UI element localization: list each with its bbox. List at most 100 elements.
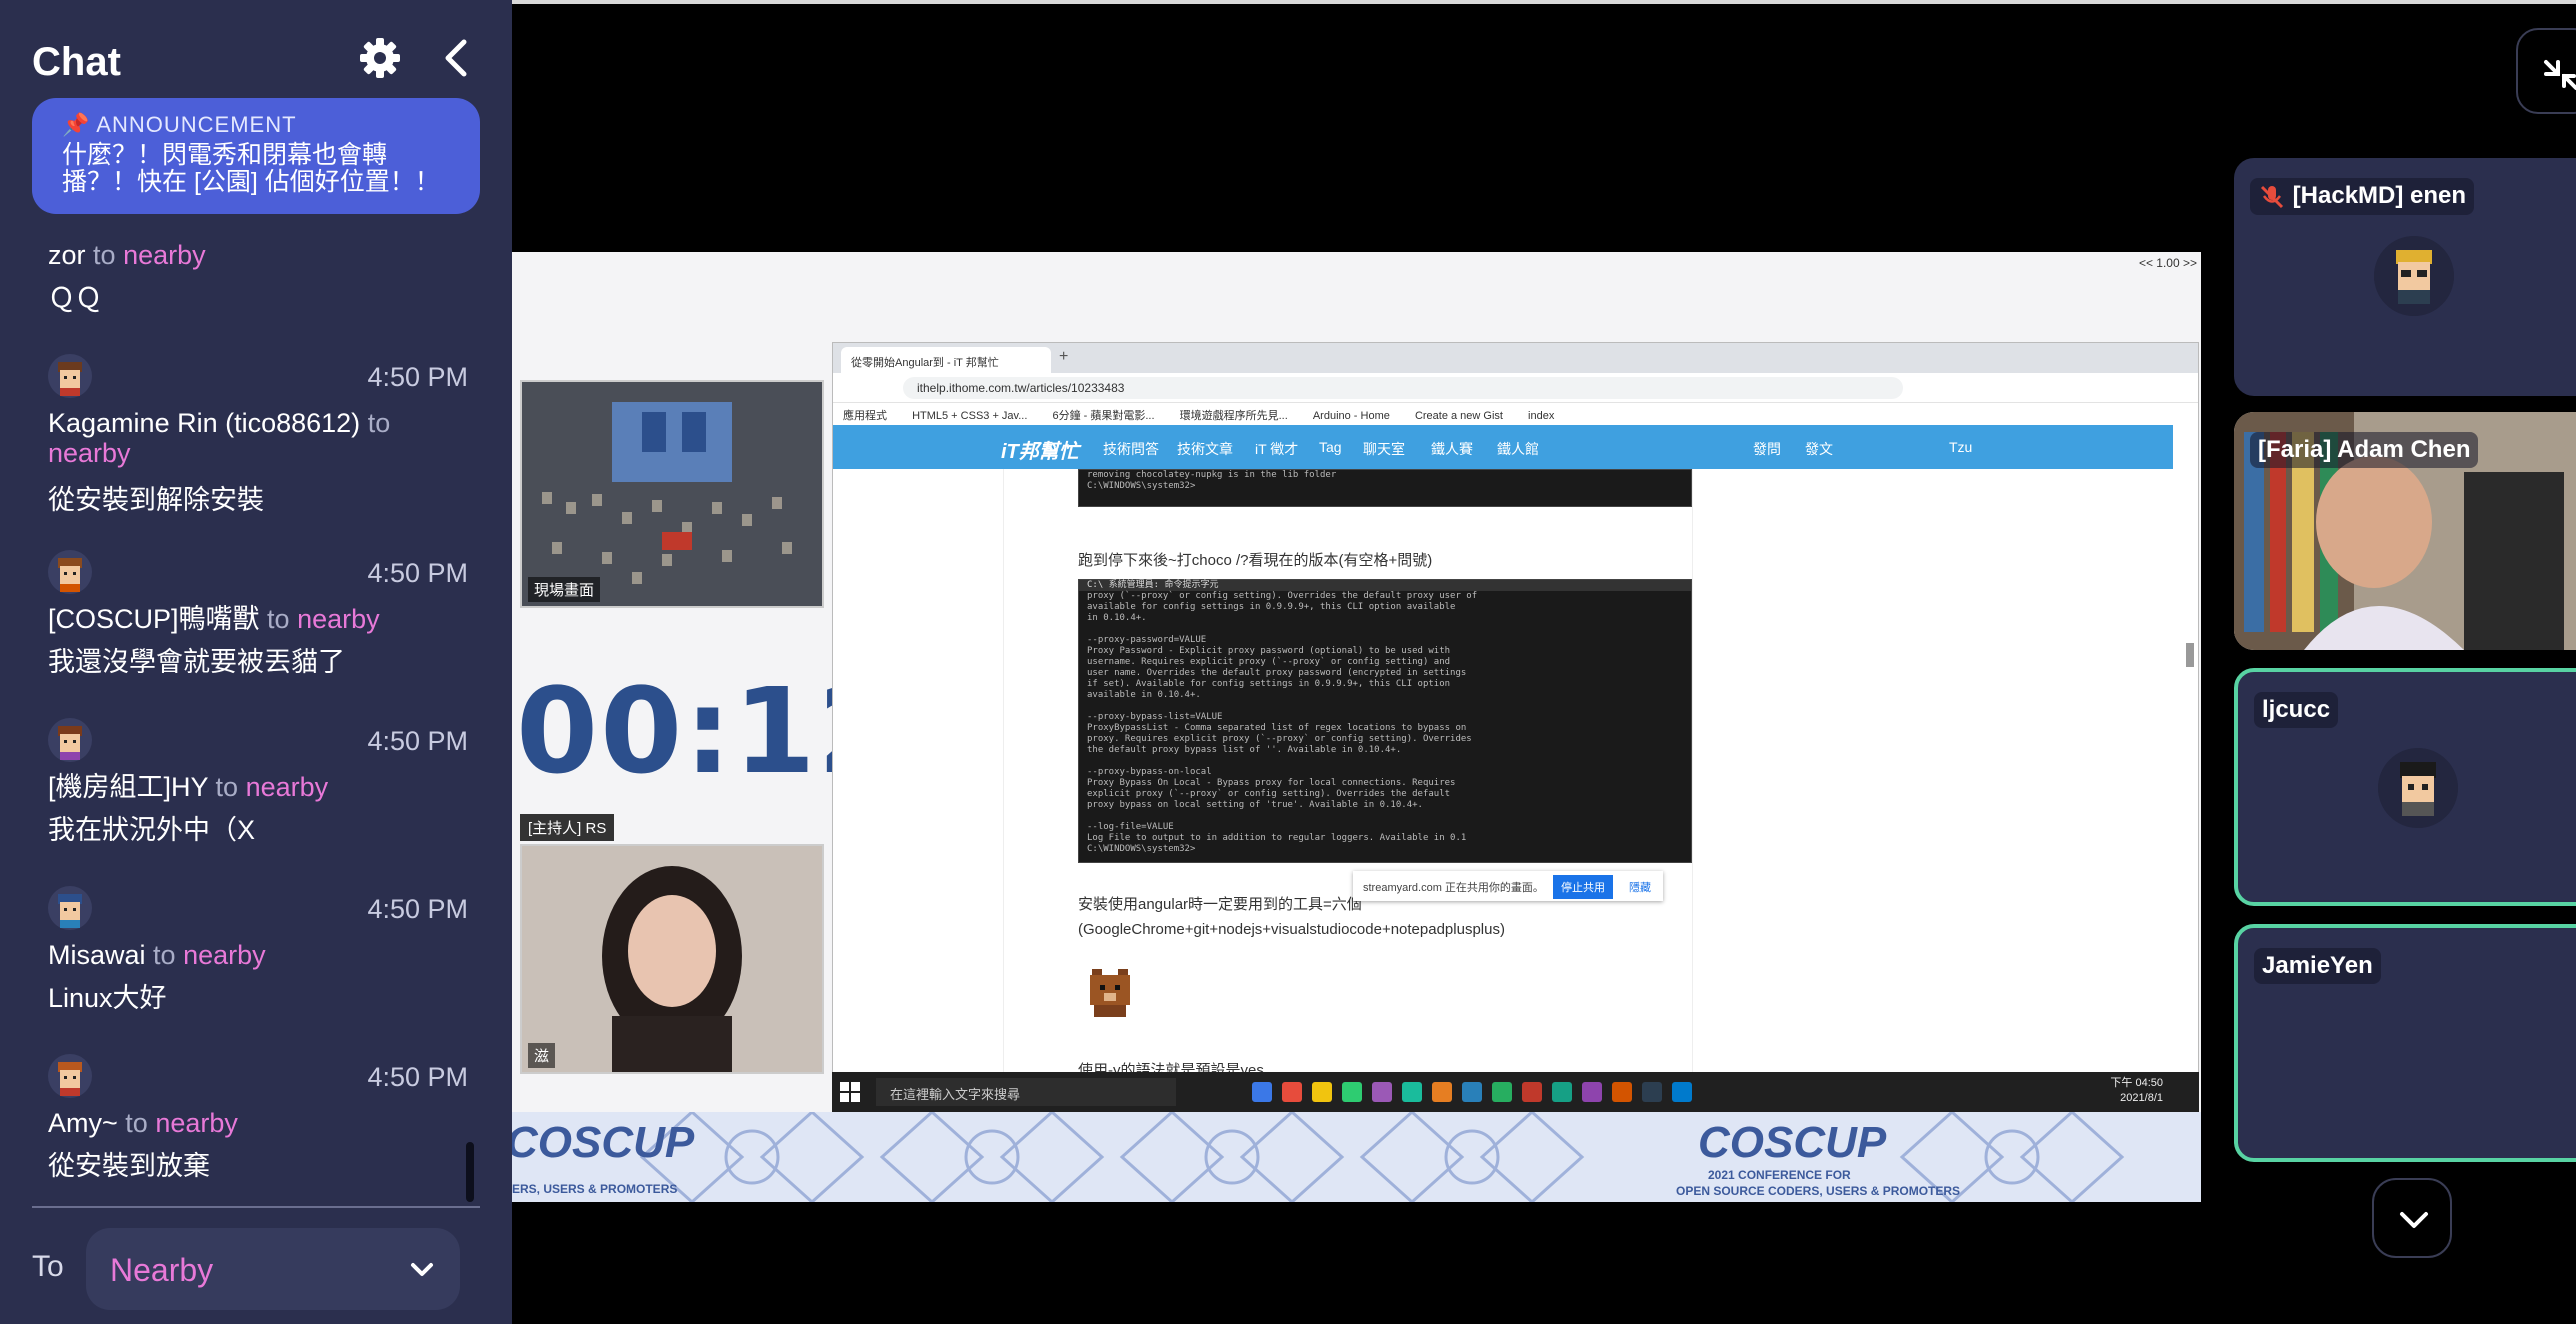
terminal-icon	[1642, 1082, 1662, 1102]
chat-message: zor to nearby ＱＱ	[48, 238, 468, 318]
user-avatar-icon	[48, 550, 92, 594]
participant-tile[interactable]: JamieYen	[2234, 924, 2576, 1162]
browser-tab-bar: 從零開始Angular到 - iT 邦幫忙 +	[833, 343, 2198, 373]
vscode-icon	[1672, 1082, 1692, 1102]
banner-year: 2021 CONFERENCE FOR	[1708, 1168, 1851, 1182]
recipient-value: Nearby	[110, 1252, 214, 1288]
coscup-banner: COSCUP ERS, USERS & PROMOTERS COSCUP 202…	[512, 1112, 2201, 1202]
site-nav-item: 鐵人館	[1497, 441, 1539, 457]
app-icon	[1522, 1082, 1542, 1102]
browser-url: ithelp.ithome.com.tw/articles/10233483	[903, 377, 1903, 399]
screen-share: << 1.00 >> 現場畫面 00:12 [主持人] RS 滋 從零開始Ang…	[512, 252, 2201, 1202]
banner-tagline: OPEN SOURCE CODERS, USERS & PROMOTERS	[1676, 1184, 1961, 1198]
message-sender: Kagamine Rin (tico88612)	[48, 408, 361, 438]
scroll-down-chevron-icon[interactable]	[2372, 1178, 2452, 1258]
site-nav-item: Tzu	[1949, 439, 1973, 455]
message-time: 4:50 PM	[367, 362, 468, 392]
pixel-avatar-icon	[2374, 236, 2454, 316]
scene-label: 現場畫面	[528, 577, 601, 602]
chat-scrollbar[interactable]	[466, 1142, 474, 1202]
settings-gear-icon[interactable]	[356, 34, 404, 82]
user-avatar-icon	[48, 886, 92, 930]
bookmark: Arduino - Home	[1312, 410, 1390, 422]
bookmark: 6分鐘 - 蘋果對電影...	[1052, 410, 1155, 422]
message-sender-line: zor to nearby	[48, 240, 468, 270]
collapse-chevron-left-icon[interactable]	[432, 34, 480, 82]
message-to: to	[215, 772, 239, 802]
participant-name: ljcucc	[2254, 692, 2339, 728]
chevron-down-icon	[411, 1263, 433, 1276]
chat-message: 4:50 PM Misawai to nearby Linux大好	[48, 886, 468, 1036]
site-nav-item: iT 徵才	[1255, 441, 1299, 457]
bookmark: 應用程式	[843, 410, 887, 422]
recipient-select[interactable]: Nearby	[86, 1228, 460, 1310]
host-video: 滋	[520, 844, 824, 1074]
message-list[interactable]: zor to nearby ＱＱ 4:50 PM Kagamine Rin (t…	[0, 228, 512, 1208]
announcement-banner: 📌 ANNOUNCEMENT 什麼？！閃電秀和閉幕也會轉播？！快在 [公園] 佔…	[32, 98, 480, 214]
article-heading: 跑到停下來後~打choco /?看現在的版本(有空格+問號)	[1078, 552, 1433, 569]
site-nav-item: 鐵人賽	[1431, 441, 1473, 457]
participant-tile[interactable]: [HackMD] enen	[2234, 158, 2576, 396]
user-avatar-icon	[48, 354, 92, 398]
site-nav-item: 技術文章	[1177, 441, 1233, 457]
chat-title: Chat	[32, 40, 121, 84]
windows-taskbar: 在這裡輸入文字來搜尋 下午 04:50 2021/8/1	[832, 1072, 2199, 1112]
site-nav-item: 發問	[1753, 441, 1781, 457]
message-text: 我還沒學會就要被丟貓了	[48, 647, 345, 677]
message-text: 從安裝到解除安裝	[48, 485, 264, 515]
message-target: nearby	[48, 438, 131, 468]
site-navbar: iT邦幫忙 技術問答 技術文章 iT 徵才 Tag 聊天室 鐵人賽 鐵人館 發問…	[833, 425, 2173, 469]
taskbar-date: 2021/8/1	[2120, 1092, 2163, 1104]
app-icon	[1252, 1082, 1272, 1102]
bookmark: HTML5 + CSS3 + Jav...	[912, 410, 1028, 422]
message-sender-line: [COSCUP]鴨嘴獸 to nearby	[48, 604, 468, 634]
message-sender: Misawai	[48, 940, 146, 970]
host-label: [主持人] RS	[520, 814, 615, 841]
hide-notice-button: 隱藏	[1629, 882, 1651, 894]
article-text: 安裝使用angular時一定要用到的工具=六個	[1078, 896, 1362, 913]
taskbar-search: 在這裡輸入文字來搜尋	[876, 1078, 1176, 1106]
chat-message: 4:50 PM [COSCUP]鴨嘴獸 to nearby 我還沒學會就要被丟貓…	[48, 550, 468, 700]
participant-name: [HackMD] enen	[2250, 178, 2475, 215]
message-sender-line: Misawai to nearby	[48, 940, 468, 970]
share-zoom-indicator: << 1.00 >>	[2138, 256, 2197, 270]
chat-panel: Chat 📌 ANNOUNCEMENT 什麼？！閃電秀和閉幕也會轉播？！快在 […	[0, 0, 512, 1324]
app-icon	[1582, 1082, 1602, 1102]
site-nav-item: Tag	[1319, 439, 1342, 455]
message-time: 4:50 PM	[367, 726, 468, 756]
participant-tile[interactable]: ljcucc	[2234, 668, 2576, 906]
app-icon	[1552, 1082, 1572, 1102]
article-content: removing chocolatey-nupkg is in the lib …	[1003, 469, 1693, 1101]
bookmark: 環境遊戲程序所先見...	[1179, 410, 1288, 422]
banner-tagline-left: ERS, USERS & PROMOTERS	[512, 1182, 678, 1196]
app-icon	[1342, 1082, 1362, 1102]
share-notice-text: streamyard.com 正在共用你的畫面。	[1363, 882, 1544, 894]
message-sender-line: Amy~ to nearby	[48, 1108, 468, 1138]
to-label: To	[32, 1250, 64, 1283]
message-sender: zor	[48, 240, 86, 270]
browser-bookmarks: 應用程式 HTML5 + CSS3 + Jav... 6分鐘 - 蘋果對電影..…	[833, 403, 2198, 425]
minimize-icon[interactable]	[2516, 28, 2576, 114]
bookmark: Create a new Gist	[1414, 410, 1503, 422]
terminal-output: C:\ 系統管理員: 命令提示字元 proxy (`--proxy` or co…	[1078, 579, 1692, 863]
folder-icon	[1312, 1082, 1332, 1102]
site-nav-item: 發文	[1805, 441, 1833, 457]
app-icon	[1432, 1082, 1452, 1102]
message-target: nearby	[183, 940, 266, 970]
participant-name-text: [HackMD] enen	[2292, 182, 2467, 209]
message-text: 從安裝到放棄	[48, 1151, 210, 1181]
message-text: 我在狀況外中（X	[48, 815, 256, 845]
message-sender: Amy~	[48, 1108, 118, 1138]
bookmark: index	[1528, 410, 1555, 422]
chat-header: Chat	[0, 30, 512, 94]
chat-message: 4:50 PM [機房組工]HY to nearby 我在狀況外中（X	[48, 718, 468, 868]
participant-tile[interactable]: [Faria] Adam Chen	[2234, 412, 2576, 650]
participant-name: JamieYen	[2254, 948, 2381, 984]
taskbar-time: 下午 04:50	[2110, 1077, 2163, 1089]
coscup-logo: COSCUP	[1698, 1118, 1887, 1167]
app-icon	[1372, 1082, 1392, 1102]
chat-message: 4:50 PM Amy~ to nearby 從安裝到放棄	[48, 1054, 468, 1204]
chat-message: 4:50 PM Kagamine Rin (tico88612) to near…	[48, 354, 468, 524]
shared-browser-window: 從零開始Angular到 - iT 邦幫忙 + ithelp.ithome.co…	[832, 342, 2199, 1102]
browser-address-bar: ithelp.ithome.com.tw/articles/10233483	[833, 373, 2198, 403]
